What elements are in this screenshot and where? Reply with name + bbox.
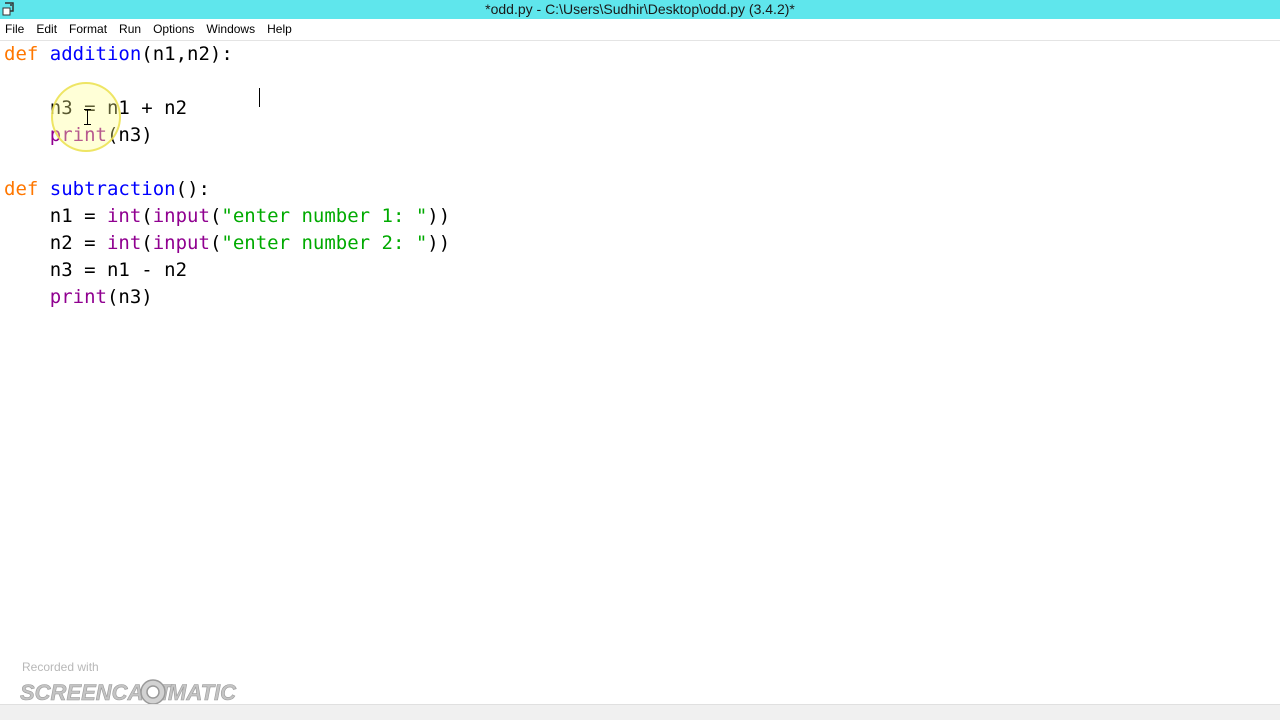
ibeam-cursor-icon bbox=[84, 109, 91, 125]
menu-bar: File Edit Format Run Options Windows Hel… bbox=[0, 19, 1280, 41]
code-token: int bbox=[106, 205, 142, 227]
menu-windows[interactable]: Windows bbox=[201, 19, 262, 40]
code-token: (n3) bbox=[106, 286, 153, 308]
code-token: n3 = n1 - n2 bbox=[4, 259, 188, 281]
code-token: int bbox=[106, 232, 142, 254]
code-token: print bbox=[49, 286, 107, 308]
menu-help[interactable]: Help bbox=[262, 19, 299, 40]
code-token: ( bbox=[141, 205, 153, 227]
title-bar[interactable]: *odd.py - C:\Users\Sudhir\Desktop\odd.py… bbox=[0, 0, 1280, 19]
window-title: *odd.py - C:\Users\Sudhir\Desktop\odd.py… bbox=[485, 1, 795, 17]
watermark-recorded-with: Recorded with bbox=[22, 660, 99, 674]
code-line[interactable]: n1 = int(input("enter number 1: ")) bbox=[4, 203, 450, 230]
code-token: (n1,n2): bbox=[141, 43, 233, 65]
code-line[interactable]: n2 = int(input("enter number 2: ")) bbox=[4, 230, 450, 257]
code-token: "enter number 1: " bbox=[221, 205, 428, 227]
code-token: "enter number 2: " bbox=[221, 232, 428, 254]
screencast-watermark: Recorded with SCREENCAST MATIC bbox=[20, 660, 240, 710]
watermark-logo-inner bbox=[146, 685, 160, 699]
menu-options[interactable]: Options bbox=[148, 19, 201, 40]
idle-editor-window: *odd.py - C:\Users\Sudhir\Desktop\odd.py… bbox=[0, 0, 1280, 720]
code-token: ( bbox=[141, 232, 153, 254]
python-idle-icon bbox=[2, 2, 14, 16]
code-token: addition bbox=[49, 43, 142, 65]
code-token: def bbox=[4, 43, 39, 65]
menu-run[interactable]: Run bbox=[114, 19, 148, 40]
code-token: ( bbox=[209, 205, 222, 227]
menu-file[interactable]: File bbox=[0, 19, 31, 40]
code-line[interactable]: print(n3) bbox=[4, 284, 153, 311]
code-editor[interactable]: def addition(n1,n2): n3 = n1 + n2 print(… bbox=[0, 41, 1280, 701]
code-token: n1 = bbox=[4, 205, 107, 227]
code-line[interactable]: def addition(n1,n2): bbox=[4, 41, 233, 68]
code-token: subtraction bbox=[49, 178, 176, 200]
menu-format[interactable]: Format bbox=[64, 19, 114, 40]
code-token: def bbox=[4, 178, 39, 200]
text-caret bbox=[259, 88, 260, 107]
status-bar bbox=[0, 704, 1280, 720]
menu-edit[interactable]: Edit bbox=[31, 19, 64, 40]
watermark-logo-right: MATIC bbox=[168, 680, 237, 705]
screencast-o-matic-logo: SCREENCAST MATIC bbox=[20, 679, 237, 705]
code-token: (): bbox=[175, 178, 210, 200]
code-token: input bbox=[152, 232, 210, 254]
code-token: ( bbox=[209, 232, 222, 254]
code-token: input bbox=[152, 205, 210, 227]
code-token: n2 = bbox=[4, 232, 107, 254]
code-line[interactable]: n3 = n1 - n2 bbox=[4, 257, 187, 284]
code-token: )) bbox=[427, 232, 451, 254]
code-token: )) bbox=[427, 205, 451, 227]
code-line[interactable]: def subtraction(): bbox=[4, 176, 210, 203]
